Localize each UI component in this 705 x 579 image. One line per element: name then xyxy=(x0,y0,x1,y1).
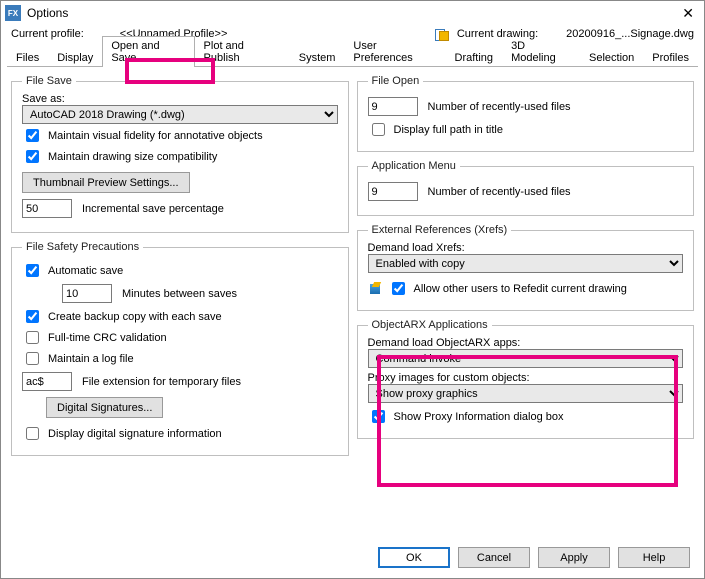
appmenu-recent-label: Number of recently-used files xyxy=(428,186,571,198)
autosave-checkbox[interactable] xyxy=(26,264,39,277)
drawing-value: 20200916_...Signage.dwg xyxy=(566,28,694,40)
group-objectarx: ObjectARX Applications Demand load Objec… xyxy=(357,319,695,439)
group-file-open: File Open Number of recently-used files … xyxy=(357,75,695,152)
incremental-save-input[interactable] xyxy=(22,199,72,218)
autosave-minutes-input[interactable] xyxy=(62,284,112,303)
group-file-save: File Save Save as: AutoCAD 2018 Drawing … xyxy=(11,75,349,233)
backup-checkbox[interactable] xyxy=(26,310,39,323)
refedit-checkbox[interactable] xyxy=(392,282,405,295)
tab-user-prefs[interactable]: User Preferences xyxy=(344,36,445,67)
autosave-minutes-label: Minutes between saves xyxy=(122,288,237,300)
tab-files[interactable]: Files xyxy=(7,48,48,67)
crc-label: Full-time CRC validation xyxy=(48,332,167,344)
window-title: Options xyxy=(27,6,68,20)
tab-profiles[interactable]: Profiles xyxy=(643,48,698,67)
fileopen-recent-label: Number of recently-used files xyxy=(428,101,571,113)
show-proxy-label: Show Proxy Information dialog box xyxy=(394,411,564,423)
temp-ext-input[interactable] xyxy=(22,372,72,391)
group-file-safety: File Safety Precautions Automatic save M… xyxy=(11,241,349,456)
ok-button[interactable]: OK xyxy=(378,547,450,568)
maintain-visual-checkbox[interactable] xyxy=(26,129,39,142)
arx-legend: ObjectARX Applications xyxy=(368,319,492,331)
group-xrefs: External References (Xrefs) Demand load … xyxy=(357,224,695,311)
refedit-label: Allow other users to Refedit current dra… xyxy=(414,283,627,295)
incremental-save-label: Incremental save percentage xyxy=(82,203,224,215)
arx-proxy-label: Proxy images for custom objects: xyxy=(368,372,684,384)
display-signature-checkbox[interactable] xyxy=(26,427,39,440)
temp-ext-label: File extension for temporary files xyxy=(82,376,241,388)
tab-open-and-save[interactable]: Open and Save xyxy=(102,36,194,67)
full-path-label: Display full path in title xyxy=(394,124,503,136)
file-save-legend: File Save xyxy=(22,75,76,87)
safety-legend: File Safety Precautions xyxy=(22,241,143,253)
maintain-visual-label: Maintain visual fidelity for annotative … xyxy=(48,130,263,142)
arx-demand-select[interactable]: Command invoke xyxy=(368,349,684,368)
cube-icon xyxy=(368,282,382,296)
maintain-size-checkbox[interactable] xyxy=(26,150,39,163)
arx-proxy-select[interactable]: Show proxy graphics xyxy=(368,384,684,403)
logfile-checkbox[interactable] xyxy=(26,352,39,365)
display-signature-label: Display digital signature information xyxy=(48,428,222,440)
close-icon[interactable]: ✕ xyxy=(678,5,698,22)
xrefs-legend: External References (Xrefs) xyxy=(368,224,512,236)
help-button[interactable]: Help xyxy=(618,547,690,568)
group-app-menu: Application Menu Number of recently-used… xyxy=(357,160,695,216)
maintain-size-label: Maintain drawing size compatibility xyxy=(48,151,217,163)
backup-label: Create backup copy with each save xyxy=(48,311,222,323)
crc-checkbox[interactable] xyxy=(26,331,39,344)
tab-display[interactable]: Display xyxy=(48,48,102,67)
file-open-legend: File Open xyxy=(368,75,424,87)
appmenu-recent-input[interactable] xyxy=(368,182,418,201)
arx-demand-label: Demand load ObjectARX apps: xyxy=(368,337,684,349)
digital-signatures-button[interactable]: Digital Signatures... xyxy=(46,397,163,418)
apply-button[interactable]: Apply xyxy=(538,547,610,568)
tab-selection[interactable]: Selection xyxy=(580,48,643,67)
xrefs-demand-label: Demand load Xrefs: xyxy=(368,242,684,254)
xrefs-demand-select[interactable]: Enabled with copy xyxy=(368,254,684,273)
logfile-label: Maintain a log file xyxy=(48,353,134,365)
tab-bar: Files Display Open and Save Plot and Pub… xyxy=(7,45,698,67)
cancel-button[interactable]: Cancel xyxy=(458,547,530,568)
tab-plot-publish[interactable]: Plot and Publish xyxy=(195,36,290,67)
app-icon: FX xyxy=(5,5,21,21)
save-as-label: Save as: xyxy=(22,93,338,105)
fileopen-recent-input[interactable] xyxy=(368,97,418,116)
app-menu-legend: Application Menu xyxy=(368,160,460,172)
full-path-checkbox[interactable] xyxy=(372,123,385,136)
tab-system[interactable]: System xyxy=(290,48,345,67)
tab-drafting[interactable]: Drafting xyxy=(446,48,503,67)
save-as-select[interactable]: AutoCAD 2018 Drawing (*.dwg) xyxy=(22,105,338,124)
autosave-label: Automatic save xyxy=(48,265,123,277)
thumbnail-settings-button[interactable]: Thumbnail Preview Settings... xyxy=(22,172,190,193)
show-proxy-checkbox[interactable] xyxy=(372,410,385,423)
tab-3d-modeling[interactable]: 3D Modeling xyxy=(502,36,580,67)
profile-label: Current profile: xyxy=(11,28,84,40)
